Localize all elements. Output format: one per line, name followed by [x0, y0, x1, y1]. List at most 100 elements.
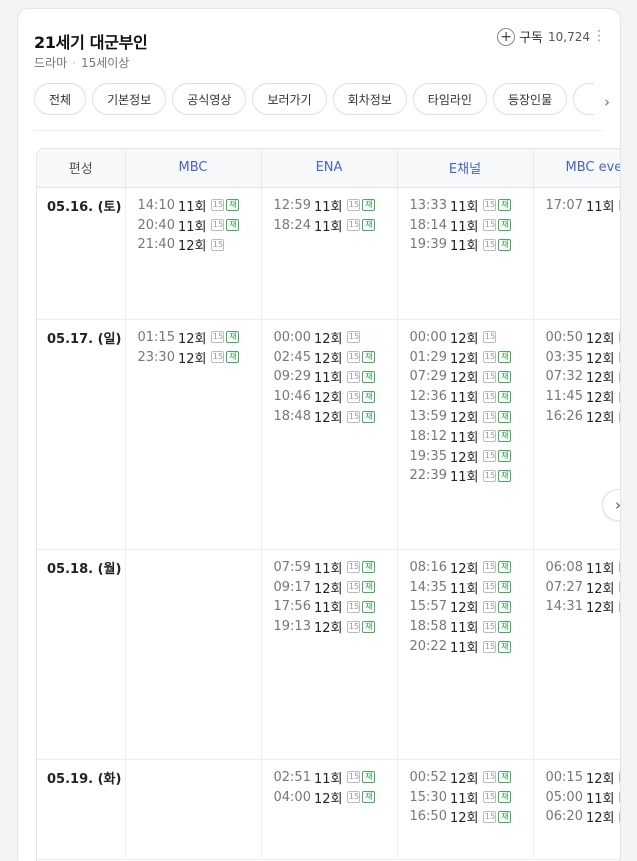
rerun-badge: 재: [498, 561, 512, 574]
schedule-cell: 06:0811회15재07:2712회15재14:3112회15재: [533, 549, 620, 760]
episode-number: 11회: [313, 199, 343, 215]
broadcast-entry: 14:35 11회 15 재: [410, 577, 533, 597]
broadcast-time: 00:52: [409, 769, 447, 785]
rerun-badge: 재: [226, 351, 240, 364]
rerun-badge: 재: [498, 410, 512, 423]
broadcast-time: 18:12: [409, 428, 447, 444]
broadcast-entry: 17:56 11회 15 재: [274, 597, 397, 617]
broadcast-time: 10:46: [273, 389, 311, 405]
episode-number: 12회: [585, 391, 615, 407]
broadcast-time: 00:15: [545, 769, 583, 785]
rerun-badge: 재: [498, 771, 512, 784]
age-rating-badge: 15: [483, 600, 497, 613]
broadcast-entry: 06:2012회15재: [546, 807, 620, 827]
episode-number: 11회: [313, 219, 343, 235]
age-rating-badge: 15: [483, 581, 497, 594]
age-rating-badge: 15: [619, 581, 620, 594]
tab-3[interactable]: 보러가기: [252, 83, 327, 115]
episode-number: 12회: [313, 791, 343, 807]
broadcast-entry: 18:12 11회 15 재: [410, 426, 533, 446]
episode-number: 12회: [585, 331, 615, 347]
rerun-badge: 재: [362, 600, 376, 613]
plus-icon: +: [497, 27, 516, 46]
subscribe-label: 구독: [519, 31, 543, 46]
broadcast-time: 12:59: [273, 197, 311, 213]
broadcast-time: 18:14: [409, 217, 447, 233]
broadcast-time: 15:30: [409, 789, 447, 805]
age-rating-badge: 15: [483, 810, 497, 823]
tab-1[interactable]: 기본정보: [92, 83, 167, 115]
schedule-cell: [125, 759, 262, 860]
broadcast-entry: 15:57 12회 15 재: [410, 597, 533, 617]
episode-number: 11회: [585, 791, 615, 807]
subscribe-button[interactable]: + 구독 10,724: [497, 27, 590, 46]
schedule-cell: 14:10 11회 15 재 20:40 11회 15 재 21:40 12회 15: [125, 187, 262, 320]
schedule-cell: [125, 549, 262, 760]
schedule-row: 05.17. (일) 01:15 12회 15 재 23:30 12회 15 재 00:00 12회…: [37, 319, 620, 550]
broadcast-time: 13:33: [409, 197, 447, 213]
rerun-badge: 재: [498, 238, 512, 251]
tab-4[interactable]: 회차정보: [332, 83, 407, 115]
tab-6[interactable]: 등장인물: [492, 83, 568, 115]
broadcast-time: 19:39: [409, 237, 447, 253]
broadcast-time: 09:17: [273, 579, 311, 595]
tab-5[interactable]: 타임라인: [412, 83, 487, 115]
age-rating-badge: 15: [619, 370, 620, 383]
episode-number: 12회: [177, 331, 207, 347]
rerun-badge: 재: [362, 219, 376, 232]
tabs-next-icon[interactable]: ›: [604, 93, 610, 111]
broadcast-entry: 05:0011회15재: [545, 787, 620, 807]
broadcast-time: 19:13: [273, 619, 311, 635]
broadcast-time: 19:35: [409, 448, 447, 464]
age-rating-badge: 15: [483, 370, 497, 383]
age-rating-badge: 15: [211, 331, 225, 344]
episode-number: 11회: [449, 391, 479, 407]
date-cell: 05.17. (일): [37, 319, 126, 550]
episode-number: 11회: [449, 621, 479, 637]
schedule-cell: 01:15 12회 15 재 23:30 12회 15 재: [125, 319, 262, 550]
rerun-badge: 재: [498, 640, 512, 653]
age-rating-badge: 15: [483, 620, 497, 633]
rerun-badge: 재: [498, 199, 512, 212]
rerun-badge: 재: [498, 791, 512, 804]
schedule-cell: 17:0711회15재: [533, 187, 620, 320]
broadcast-time: 15:57: [409, 599, 447, 615]
broadcast-entry: 20:22 11회 15 재: [410, 637, 533, 657]
broadcast-time: 13:59: [409, 409, 447, 425]
episode-number: 11회: [313, 601, 343, 617]
rerun-badge: 재: [362, 351, 376, 364]
more-options-icon[interactable]: ⋮: [592, 29, 606, 43]
schedule-cell: 00:1512회15재05:0011회15재06:2012회15재: [533, 759, 620, 860]
broadcast-time: 01:15: [137, 329, 175, 345]
tab-7[interactable]: [573, 83, 594, 115]
broadcast-entry: 20:40 11회 15 재: [138, 215, 261, 235]
episode-number: 12회: [449, 601, 479, 617]
episode-number: 11회: [585, 199, 615, 215]
divider: [34, 130, 604, 131]
age-rating-badge: 15: [347, 620, 361, 633]
broadcast-time: 18:48: [273, 409, 311, 425]
broadcast-time: 00:00: [409, 329, 447, 345]
age-rating-badge: 15: [347, 390, 361, 403]
broadcast-entry: 19:39 11회 15 재: [410, 235, 533, 255]
broadcast-time: 05:00: [545, 789, 583, 805]
broadcast-time: 17:56: [273, 599, 311, 615]
broadcast-time: 11:45: [545, 389, 583, 405]
broadcast-entry: 01:15 12회 15 재: [138, 328, 261, 348]
broadcast-entry: 13:33 11회 15 재: [410, 196, 533, 216]
age-rating-badge: 15: [483, 410, 497, 423]
episode-number: 12회: [313, 351, 343, 367]
rerun-badge: 재: [362, 561, 376, 574]
age-rating-badge: 15: [347, 581, 361, 594]
program-title[interactable]: 21세기 대군부인: [34, 29, 148, 53]
age-rating-badge: 15: [619, 600, 620, 613]
tab-2[interactable]: 공식영상: [172, 83, 247, 115]
broadcast-entry: 14:10 11회 15 재: [138, 196, 261, 216]
age-rating-badge: 15: [483, 450, 497, 463]
schedule-row: 05.16. (토) 14:10 11회 15 재 20:40 11회 15 재 21:40 12회…: [37, 187, 620, 320]
episode-number: 12회: [585, 601, 615, 617]
date-cell: 05.16. (토): [37, 187, 126, 320]
episode-number: 12회: [313, 411, 343, 427]
tab-0[interactable]: 전체: [34, 83, 87, 115]
episode-number: 12회: [449, 811, 479, 827]
